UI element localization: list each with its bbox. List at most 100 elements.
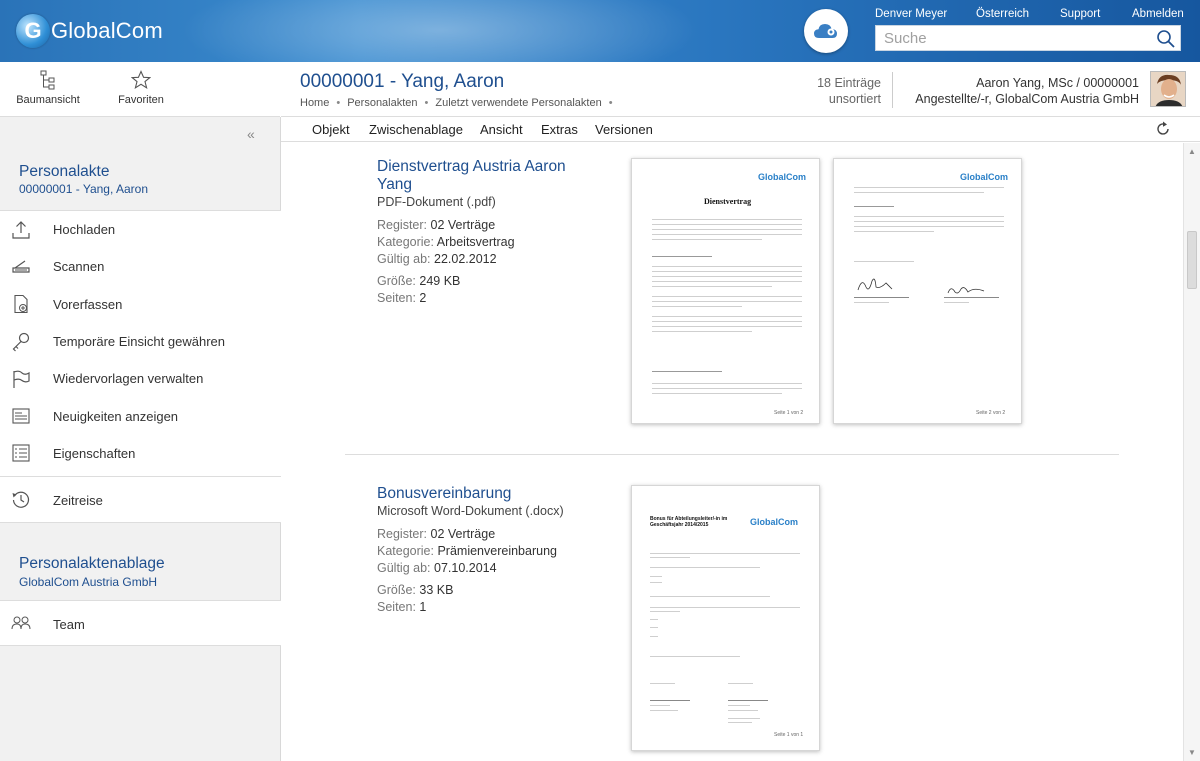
logo-text: GlobalCom	[51, 18, 163, 43]
sidebar-item-prerecord[interactable]: Vorerfassen	[0, 286, 281, 323]
document-title-link[interactable]: Dienstvertrag Austria Aaron Yang	[377, 158, 587, 194]
thumbnail-heading: Dienstvertrag	[704, 197, 752, 206]
cloud-location-button[interactable]	[804, 9, 848, 53]
logo-globe-icon: G	[16, 14, 50, 48]
sidebar-item-label: Hochladen	[53, 222, 116, 238]
meta-key: Größe:	[377, 583, 416, 597]
meta-category: Prämienvereinbarung	[437, 544, 557, 558]
sidebar: « Personalakte 00000001 - Yang, Aaron Ho…	[0, 117, 281, 761]
clock-icon	[0, 490, 53, 510]
record-header: 00000001 - Yang, Aaron Home • Personalak…	[281, 62, 1200, 117]
person-photo-icon	[1151, 72, 1185, 106]
content-scrollbar[interactable]: ▲ ▼	[1183, 143, 1200, 761]
entries-count: 18 Einträge	[817, 76, 881, 90]
thumbnail-page-number: Seite 1 von 2	[774, 410, 804, 416]
collapse-sidebar-icon[interactable]: «	[247, 126, 255, 142]
sidebar-item-label: Zeitreise	[53, 492, 103, 508]
meta-pages: 1	[419, 600, 427, 614]
globalcom-logo[interactable]: G GlobalCom	[16, 14, 163, 48]
meta-key: Gültig ab:	[377, 561, 431, 575]
country-link[interactable]: Österreich	[976, 8, 1029, 22]
timetravel-list: Zeitreise	[0, 477, 281, 523]
meta-category: Arbeitsvertrag	[436, 235, 515, 249]
cloud-icon	[814, 24, 837, 38]
document-add-icon	[0, 294, 53, 314]
thumbnail-logo: GlobalCom	[750, 517, 799, 527]
meta-register: 02 Verträge	[430, 218, 496, 232]
scroll-down-icon[interactable]: ▼	[1188, 748, 1196, 757]
thumbnail-page-number: Seite 1 von 1	[774, 732, 804, 738]
meta-pages: 2	[419, 291, 427, 305]
section-title-ablage: Personalaktenablage	[19, 555, 165, 572]
sidebar-item-followups[interactable]: Wiedervorlagen verwalten	[0, 360, 281, 397]
header-divider	[892, 72, 893, 108]
meta-key: Kategorie:	[377, 544, 434, 558]
favorites-label: Favoriten	[118, 94, 164, 106]
sidebar-item-label: Team	[53, 616, 85, 632]
sidebar-item-upload[interactable]: Hochladen	[0, 211, 281, 248]
document-title-link[interactable]: Bonusvereinbarung	[377, 485, 607, 503]
document-page-thumbnail[interactable]: Bonus für Abteilungsleiter/-in im Geschä…	[631, 485, 820, 751]
breadcrumb: Home • Personalakten • Zuletzt verwendet…	[300, 97, 620, 109]
support-link[interactable]: Support	[1060, 8, 1100, 22]
meta-key: Kategorie:	[377, 235, 434, 249]
meta-key: Register:	[377, 218, 428, 232]
document-divider	[345, 454, 1119, 455]
thumbnail-logo: GlobalCom	[758, 172, 807, 182]
entries-info[interactable]: 18 Einträge unsortiert	[797, 75, 881, 107]
tree-view-button[interactable]: Baumansicht	[8, 70, 88, 106]
sidebar-item-label: Neuigkeiten anzeigen	[53, 408, 179, 424]
menu-zwischenablage[interactable]: Zwischenablage	[369, 122, 463, 137]
document-list: Dienstvertrag Austria Aaron Yang PDF-Dok…	[281, 143, 1183, 761]
key-icon	[0, 332, 53, 352]
sidebar-item-temp-access[interactable]: Temporäre Einsicht gewähren	[0, 323, 281, 360]
meta-key: Seiten:	[377, 291, 416, 305]
tree-view-label: Baumansicht	[16, 94, 80, 106]
section-title-personalakte: Personalakte	[19, 163, 110, 180]
meta-size: 33 KB	[419, 583, 454, 597]
section-subtitle-record: 00000001 - Yang, Aaron	[19, 182, 148, 196]
sidebar-item-label: Temporäre Einsicht gewähren	[53, 334, 225, 350]
sidebar-item-label: Eigenschaften	[53, 445, 136, 461]
refresh-icon[interactable]	[1155, 121, 1171, 137]
properties-icon	[0, 443, 53, 463]
view-tools: Baumansicht Favoriten	[0, 62, 280, 117]
scanner-icon	[0, 257, 53, 277]
document-page-thumbnail[interactable]: GlobalCom Dienstvertrag Seite 1 von 2	[631, 158, 820, 424]
sidebar-item-scan[interactable]: Scannen	[0, 248, 281, 285]
sidebar-item-team[interactable]: Team	[0, 601, 281, 647]
search-icon[interactable]	[1156, 29, 1176, 49]
team-list: Team	[0, 600, 281, 646]
avatar[interactable]	[1150, 71, 1186, 107]
scrollbar-thumb[interactable]	[1187, 231, 1197, 289]
news-icon	[0, 406, 53, 426]
search-box	[875, 25, 1181, 51]
signature-icon	[947, 287, 985, 294]
meta-size: 249 KB	[419, 274, 461, 288]
sort-state: unsortiert	[828, 92, 881, 106]
sidebar-item-timetravel[interactable]: Zeitreise	[0, 477, 281, 523]
favorites-button[interactable]: Favoriten	[101, 70, 181, 106]
team-icon	[0, 614, 53, 634]
menu-ansicht[interactable]: Ansicht	[480, 122, 523, 137]
logout-link[interactable]: Abmelden	[1132, 8, 1184, 22]
menu-bar: Objekt Zwischenablage Ansicht Extras Ver…	[281, 117, 1200, 142]
document-page-thumbnail[interactable]: GlobalCom Seite 2 von 2	[833, 158, 1022, 424]
meta-key: Seiten:	[377, 600, 416, 614]
meta-valid: 07.10.2014	[434, 561, 497, 575]
menu-versionen[interactable]: Versionen	[595, 122, 653, 137]
signature-icon	[857, 278, 893, 291]
breadcrumb-home[interactable]: Home	[300, 97, 329, 109]
search-input[interactable]	[876, 26, 1146, 50]
menu-objekt[interactable]: Objekt	[312, 122, 350, 137]
sidebar-item-news[interactable]: Neuigkeiten anzeigen	[0, 397, 281, 434]
person-info: Aaron Yang, MSc / 00000001 Angestellte/-…	[897, 75, 1139, 107]
menu-extras[interactable]: Extras	[541, 122, 578, 137]
breadcrumb-recent[interactable]: Zuletzt verwendete Personalakten	[435, 97, 601, 109]
breadcrumb-personalakten[interactable]: Personalakten	[347, 97, 417, 109]
thumbnail-heading: Bonus für Abteilungsleiter/-in im Geschä…	[650, 516, 728, 528]
scroll-up-icon[interactable]: ▲	[1188, 147, 1196, 156]
sidebar-item-properties[interactable]: Eigenschaften	[0, 435, 281, 472]
user-name-link[interactable]: Denver Meyer	[875, 8, 947, 22]
section-subtitle-company: GlobalCom Austria GmbH	[19, 575, 158, 589]
